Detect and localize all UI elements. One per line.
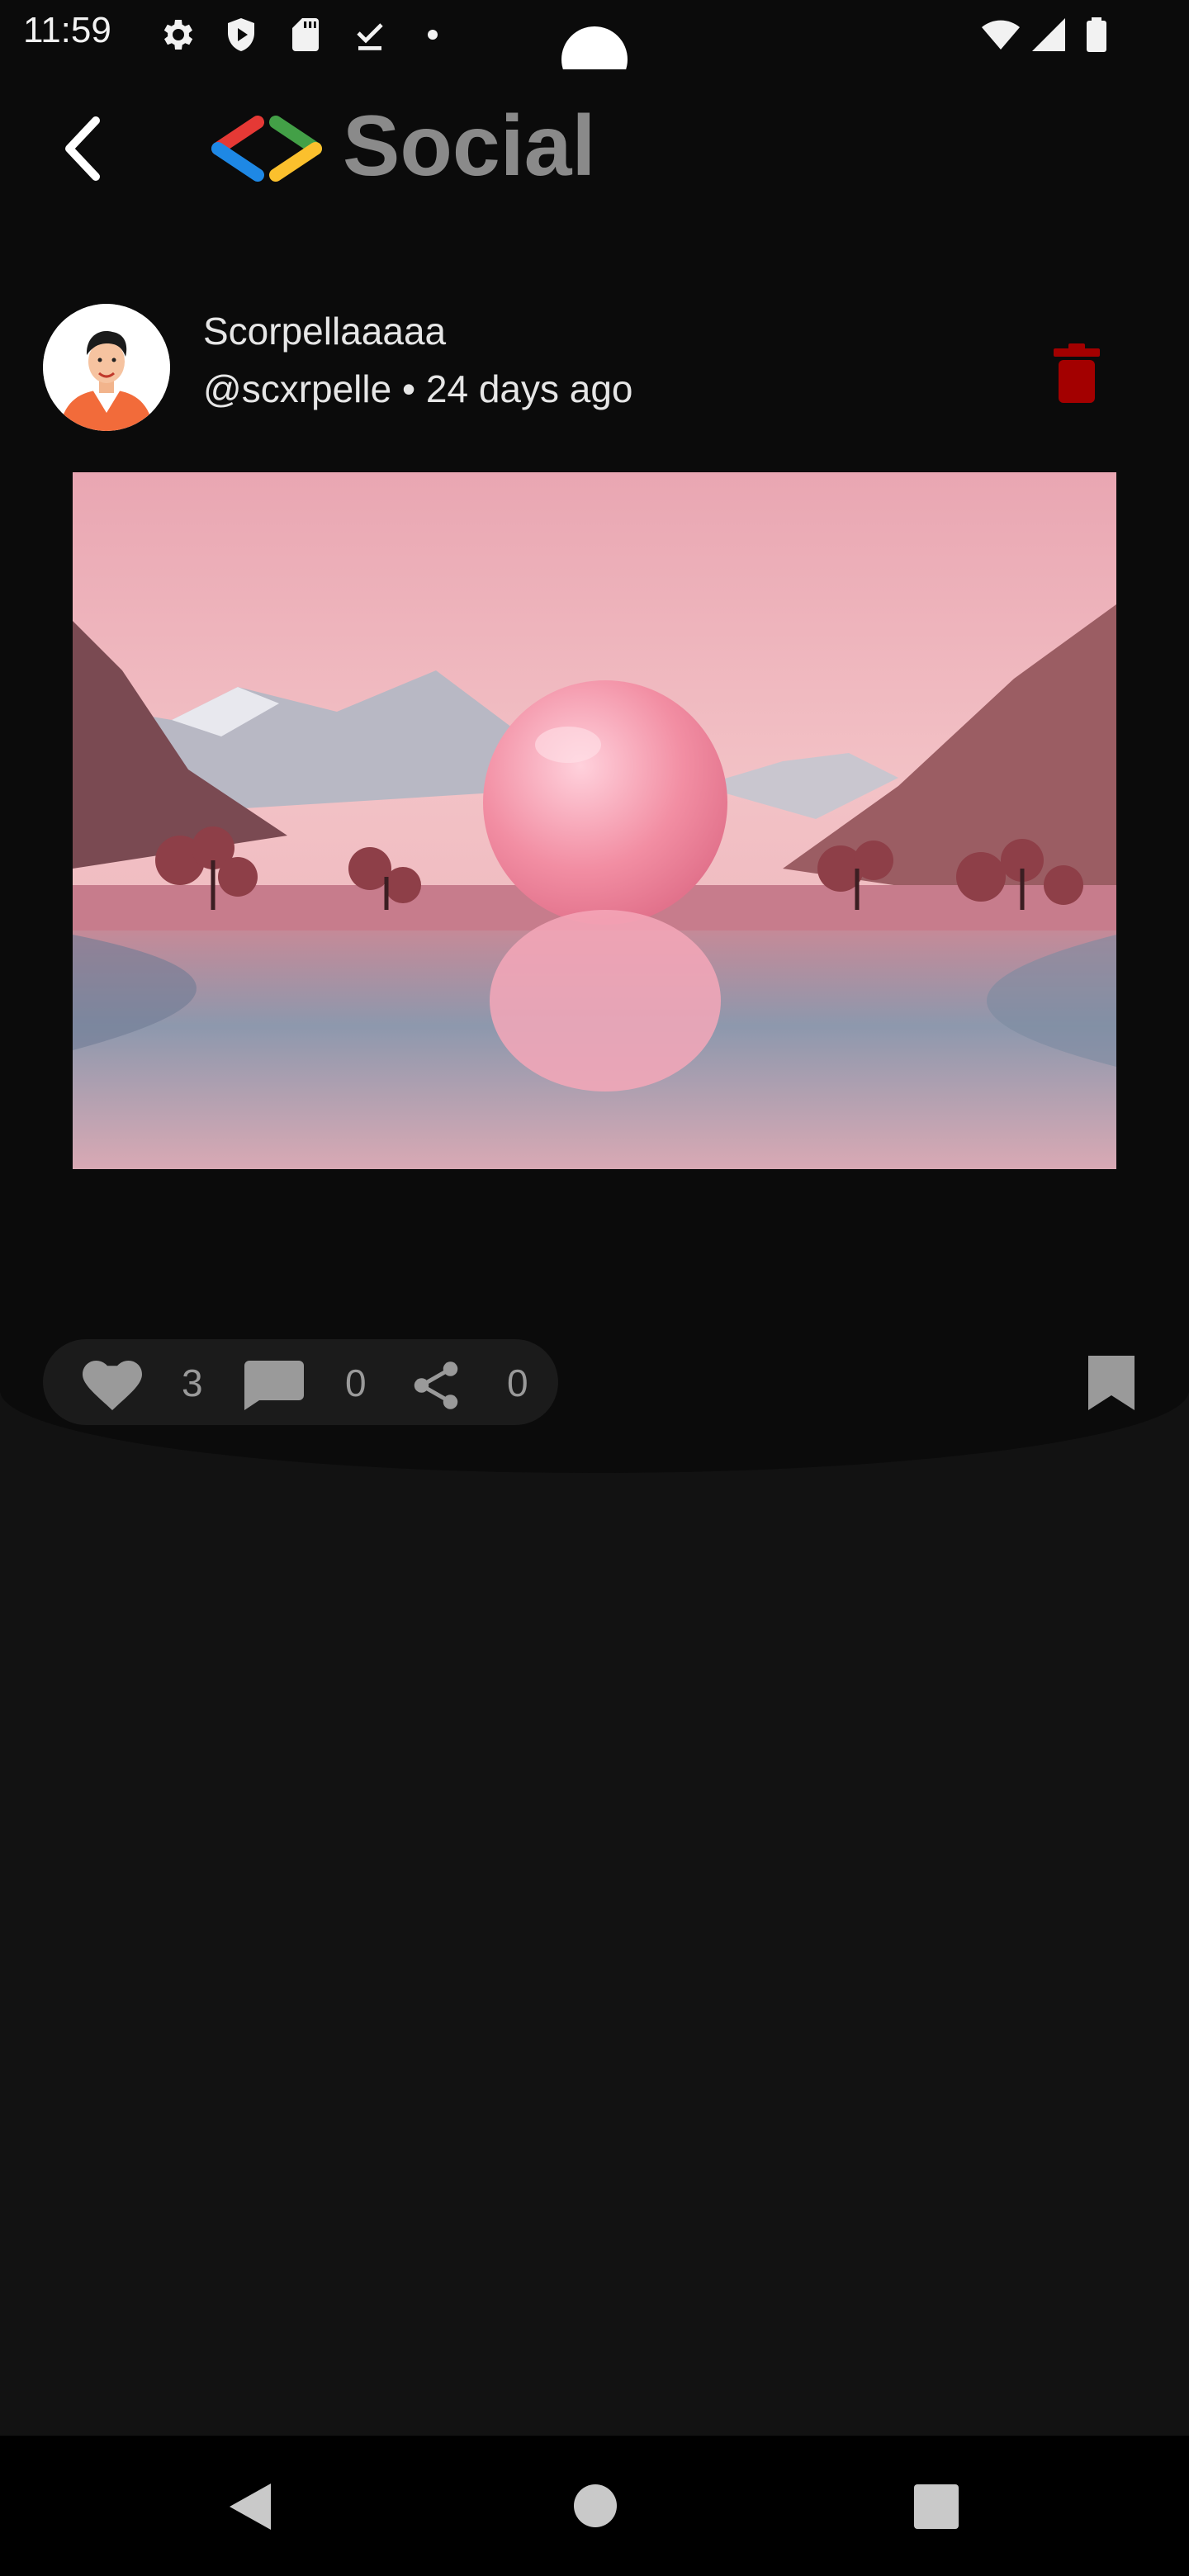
landscape-illustration bbox=[73, 472, 1116, 1169]
signal-icon bbox=[1032, 18, 1065, 51]
trash-icon[interactable] bbox=[1054, 343, 1100, 403]
battery-icon bbox=[1087, 17, 1106, 52]
share-icon[interactable] bbox=[406, 1361, 466, 1410]
app-title: Social bbox=[343, 98, 596, 194]
author-name[interactable]: Scorpellaaaaa bbox=[203, 309, 446, 353]
comments-count: 0 bbox=[345, 1361, 367, 1404]
bookmark-icon[interactable] bbox=[1088, 1356, 1135, 1410]
status-time: 11:59 bbox=[23, 10, 111, 50]
shares-count: 0 bbox=[507, 1361, 528, 1404]
nav-back-icon[interactable] bbox=[225, 2480, 274, 2533]
shield-play-icon bbox=[228, 18, 254, 51]
author-meta: @scxrpelle • 24 days ago bbox=[203, 367, 633, 410]
nav-recents-icon[interactable] bbox=[913, 2484, 959, 2530]
code-brackets-logo bbox=[211, 116, 322, 182]
post-actions: 3 0 0 bbox=[43, 1339, 558, 1425]
avatar[interactable] bbox=[43, 304, 170, 431]
likes-count: 3 bbox=[182, 1361, 203, 1404]
gear-icon bbox=[163, 20, 193, 50]
comment-icon[interactable] bbox=[244, 1361, 304, 1410]
nav-home-icon[interactable] bbox=[573, 2484, 618, 2528]
heart-icon[interactable] bbox=[83, 1361, 142, 1410]
dot-icon bbox=[428, 30, 438, 40]
download-done-icon bbox=[357, 23, 383, 50]
avatar-illustration bbox=[43, 304, 170, 431]
sd-card-icon bbox=[292, 18, 319, 51]
system-nav-bar bbox=[0, 2436, 1189, 2576]
wifi-icon bbox=[982, 20, 1020, 50]
back-button[interactable] bbox=[50, 107, 116, 190]
post-image[interactable] bbox=[73, 472, 1116, 1169]
